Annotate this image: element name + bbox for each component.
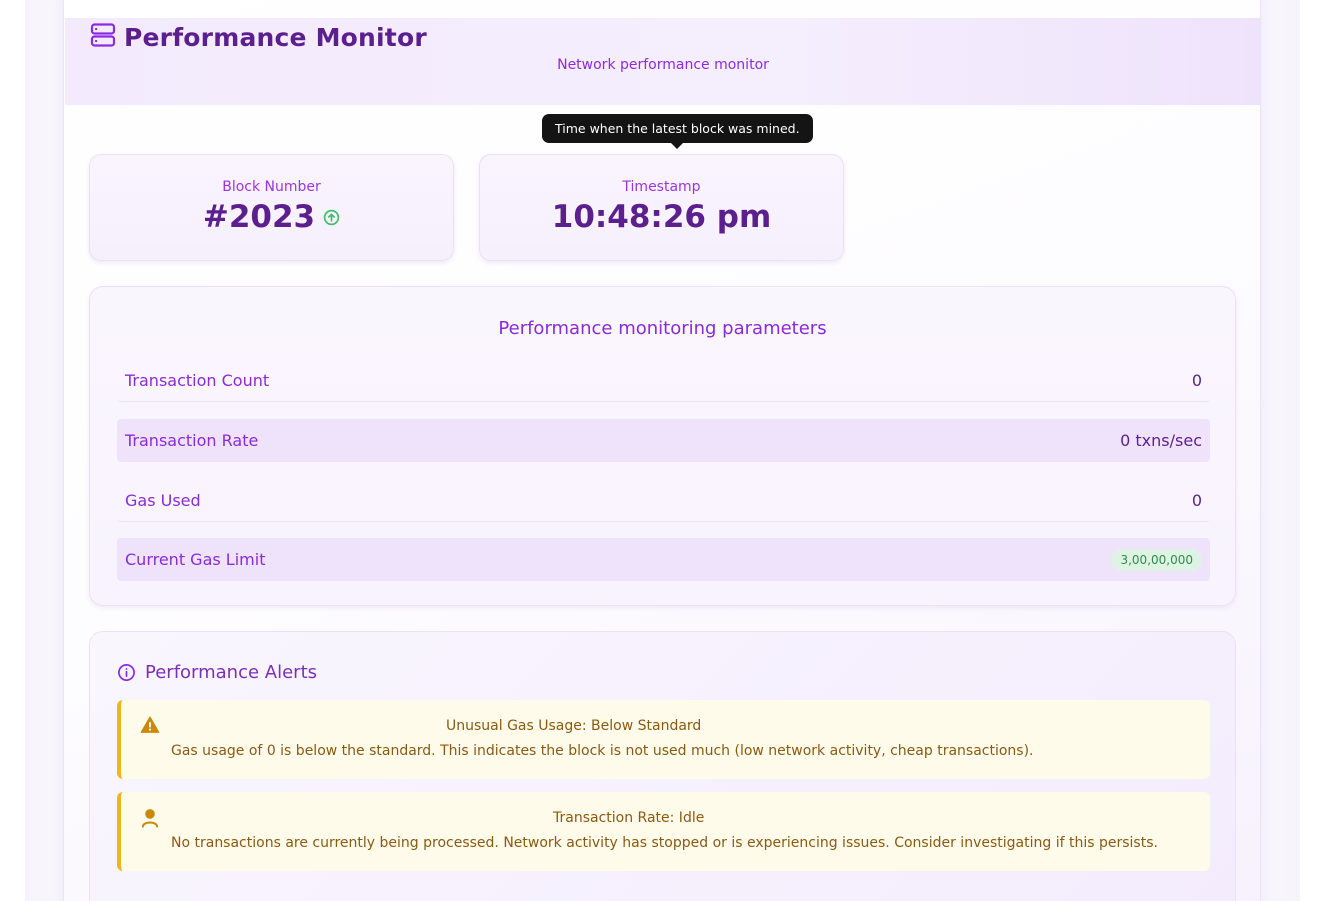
alerts-panel: Performance Alerts Unusual Gas Usage: Be… [89,631,1236,901]
block-number-card: Block Number #2023 [89,154,454,261]
alert-transaction-rate: Transaction Rate: Idle No transactions a… [117,792,1210,871]
gas-limit-badge: 3,00,00,000 [1111,548,1202,571]
block-number-value-row: #2023 [90,199,453,235]
alert-text: No transactions are currently being proc… [171,835,1158,851]
info-circle-icon [118,664,135,681]
header: Performance Monitor Network performance … [65,18,1260,105]
arrow-up-circle-icon [323,209,340,225]
timestamp-card[interactable]: Timestamp 10:48:26 pm [479,154,844,261]
warning-triangle-icon [140,716,160,733]
param-row-gas-used: Gas Used 0 [117,479,1210,522]
page-subtitle: Network performance monitor [557,57,769,73]
alert-title: Transaction Rate: Idle [553,810,705,826]
alert-gas-usage: Unusual Gas Usage: Below Standard Gas us… [117,700,1210,779]
param-label: Gas Used [125,490,201,510]
param-row-gas-limit: Current Gas Limit 3,00,00,000 [117,538,1210,581]
block-number-value: #2023 [202,199,316,235]
timestamp-label: Timestamp [622,179,701,195]
alerts-title: Performance Alerts [145,662,318,683]
alerts-header: Performance Alerts [117,662,317,683]
timestamp-value: 10:48:26 pm [551,199,772,235]
server-icon [90,22,116,52]
user-icon [141,809,159,828]
param-value: 0 [1191,490,1202,510]
timestamp-tooltip: Time when the latest block was mined. [542,114,813,149]
param-label: Transaction Count [125,370,270,390]
param-row-transaction-count: Transaction Count 0 [117,359,1210,402]
block-number-label: Block Number [222,179,321,195]
param-label: Transaction Rate [125,431,259,450]
param-label: Current Gas Limit [125,550,266,569]
parameters-panel: Performance monitoring parameters Transa… [89,286,1236,606]
parameters-title: Performance monitoring parameters [498,318,827,339]
param-value: 0 txns/sec [1120,431,1202,450]
header-title: Performance Monitor [90,22,427,52]
param-value: 0 [1191,370,1202,390]
alert-text: Gas usage of 0 is below the standard. Th… [171,743,1034,759]
alert-title: Unusual Gas Usage: Below Standard [446,718,702,734]
page-title: Performance Monitor [124,22,427,52]
param-row-transaction-rate: Transaction Rate 0 txns/sec [117,419,1210,462]
